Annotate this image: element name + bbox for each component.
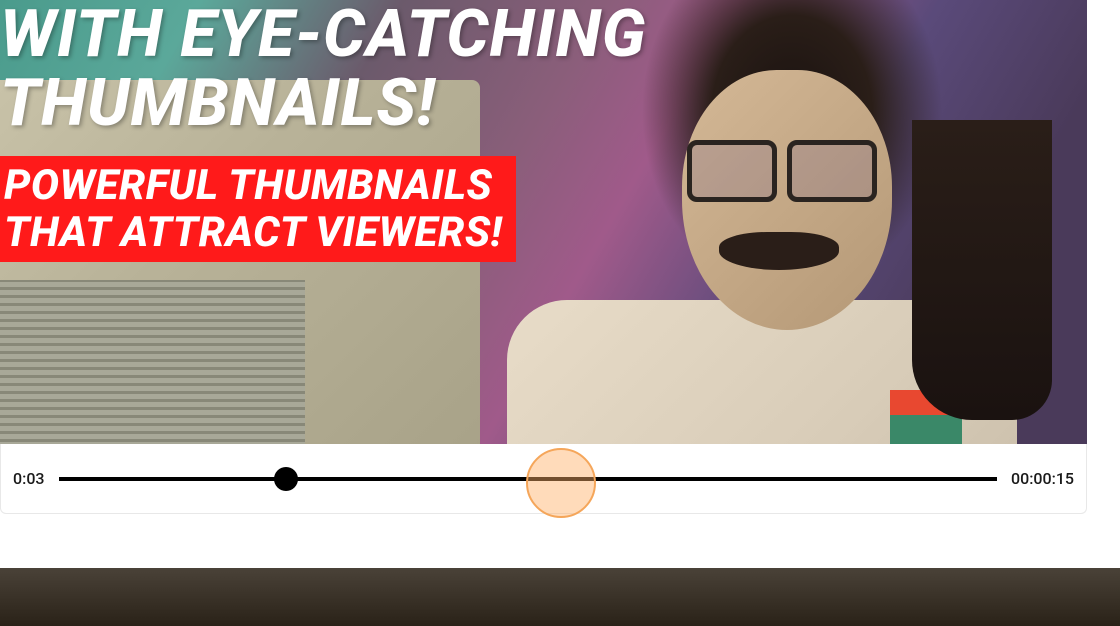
thumbnail-headline-text[interactable]: WITH EYE-CATCHINGTHUMBNAILS! — [0, 0, 646, 139]
timeline-seek-track[interactable] — [59, 477, 998, 481]
video-timeline-bar: 0:03 00:00:15 — [0, 444, 1087, 514]
total-time-label: 00:00:15 — [1011, 469, 1074, 488]
timeline-playhead-handle[interactable] — [274, 467, 298, 491]
scene-person-glasses — [687, 140, 877, 198]
scene-person-mustache — [719, 232, 839, 270]
thumbnail-subhead-text[interactable]: POWERFUL THUMBNAILSTHAT ATTRACT VIEWERS! — [0, 156, 516, 262]
video-preview: WITH EYE-CATCHINGTHUMBNAILS! POWERFUL TH… — [0, 0, 1087, 444]
editor-viewport: WITH EYE-CATCHINGTHUMBNAILS! POWERFUL TH… — [0, 0, 1120, 626]
lower-preview-strip — [0, 568, 1120, 626]
current-time-label: 0:03 — [13, 469, 45, 488]
scene-monitor-vents — [0, 280, 305, 444]
